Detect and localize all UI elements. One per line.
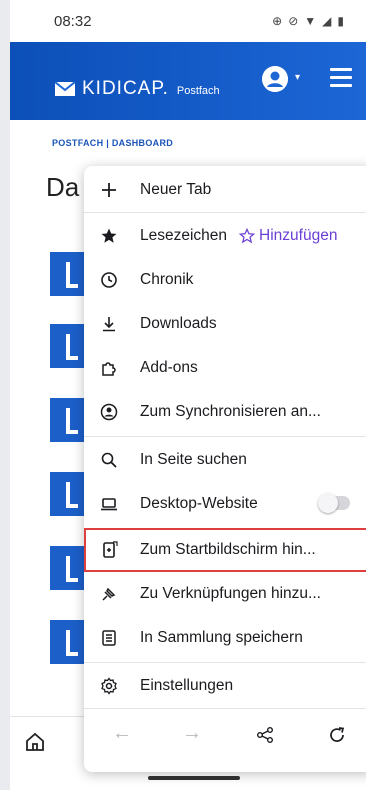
breadcrumb-postfach[interactable]: POSTFACH	[52, 138, 103, 148]
browser-overflow-menu: Neuer Tab Lesezeichen Hinzufügen Chronik…	[84, 166, 366, 772]
status-time: 08:32	[54, 12, 92, 30]
collection-icon	[98, 627, 120, 649]
menu-divider	[84, 212, 366, 213]
breadcrumb: POSTFACH | DASHBOARD	[52, 138, 173, 148]
dashboard-card[interactable]	[50, 546, 84, 590]
menu-divider	[84, 436, 366, 437]
search-icon	[98, 449, 120, 471]
gear-icon	[98, 675, 120, 697]
menu-item-history[interactable]: Chronik	[84, 258, 366, 302]
dashboard-card[interactable]	[50, 324, 84, 368]
menu-navigation-bar: ← →	[84, 708, 366, 764]
menu-item-label: Desktop-Website	[140, 495, 258, 512]
gesture-navigation-bar[interactable]	[148, 776, 240, 780]
home-icon[interactable]	[24, 731, 46, 753]
menu-item-label: Einstellungen	[140, 677, 234, 694]
battery-icon: ▮	[337, 14, 344, 28]
star-filled-icon	[98, 225, 120, 247]
menu-item-label: In Sammlung speichern	[140, 629, 303, 646]
brand-subtitle: Postfach	[176, 85, 220, 97]
page-title: Da	[46, 172, 80, 202]
status-bar: 08:32 ⊕ ⊘ ▼ ◢ ▮	[10, 0, 366, 42]
share-icon[interactable]	[256, 726, 274, 744]
add-bookmark-label: Hinzufügen	[259, 227, 338, 244]
menu-item-bookmarks[interactable]: Lesezeichen Hinzufügen	[84, 214, 366, 258]
dashboard-card[interactable]	[50, 252, 84, 296]
menu-item-label: Downloads	[140, 315, 217, 332]
laptop-icon	[98, 493, 120, 515]
brand-logo[interactable]: KIDICAP. Postfach	[54, 78, 220, 100]
menu-item-new-tab[interactable]: Neuer Tab	[84, 168, 366, 212]
brand-name: KIDICAP.	[82, 78, 169, 99]
menu-item-settings[interactable]: Einstellungen	[84, 664, 366, 708]
desktop-site-toggle[interactable]	[318, 493, 350, 513]
reload-icon[interactable]	[328, 726, 346, 744]
forward-arrow-icon[interactable]: →	[182, 722, 202, 745]
menu-item-addons[interactable]: Add-ons	[84, 346, 366, 390]
menu-item-label: Zum Synchronisieren an...	[140, 403, 321, 420]
pin-icon	[98, 583, 120, 605]
mute-icon: ⊘	[288, 14, 299, 28]
menu-item-desktop-site[interactable]: Desktop-Website	[84, 482, 366, 526]
dashboard-card[interactable]	[50, 472, 84, 516]
star-outline-icon	[239, 228, 256, 244]
plus-icon	[98, 179, 120, 201]
menu-divider	[84, 662, 366, 663]
breadcrumb-dashboard[interactable]: DASHBOARD	[112, 138, 173, 148]
signal-icon: ◢	[322, 14, 332, 28]
wifi-icon: ▼	[304, 14, 317, 28]
breadcrumb-separator: |	[106, 138, 110, 148]
menu-item-downloads[interactable]: Downloads	[84, 302, 366, 346]
download-icon	[98, 313, 120, 335]
menu-item-find-in-page[interactable]: In Seite suchen	[84, 438, 366, 482]
menu-item-label: Chronik	[140, 271, 194, 288]
menu-item-sync[interactable]: Zum Synchronisieren an...	[84, 390, 366, 434]
menu-item-label: Neuer Tab	[140, 181, 212, 198]
menu-item-label: Add-ons	[140, 359, 198, 376]
back-arrow-icon[interactable]: ←	[112, 722, 132, 745]
dashboard-card[interactable]	[50, 398, 84, 442]
menu-item-label: In Seite suchen	[140, 451, 247, 468]
account-sync-icon	[98, 401, 120, 423]
add-bookmark-button[interactable]: Hinzufügen	[239, 227, 337, 245]
hamburger-menu-icon[interactable]	[330, 68, 352, 92]
menu-item-save-to-collection[interactable]: In Sammlung speichern	[84, 616, 366, 660]
chevron-down-icon[interactable]: ▾	[295, 72, 300, 83]
sync-status-icon: ⊕	[272, 14, 283, 28]
dashboard-card[interactable]	[50, 620, 84, 664]
menu-item-label: Zu Verknüpfungen hinzu...	[140, 585, 321, 602]
app-header: KIDICAP. Postfach ▾	[10, 42, 366, 120]
puzzle-icon	[98, 357, 120, 379]
menu-item-add-shortcut[interactable]: Zu Verknüpfungen hinzu...	[84, 572, 366, 616]
user-avatar-icon[interactable]	[262, 66, 288, 92]
clock-icon	[98, 269, 120, 291]
menu-item-label: Lesezeichen	[140, 227, 228, 244]
highlight-box	[84, 528, 366, 572]
status-icons: ⊕ ⊘ ▼ ◢ ▮	[272, 14, 344, 28]
phone-screen: 08:32 ⊕ ⊘ ▼ ◢ ▮ KIDICAP. Postfach ▾ POST…	[10, 0, 366, 790]
mail-icon	[54, 81, 76, 96]
